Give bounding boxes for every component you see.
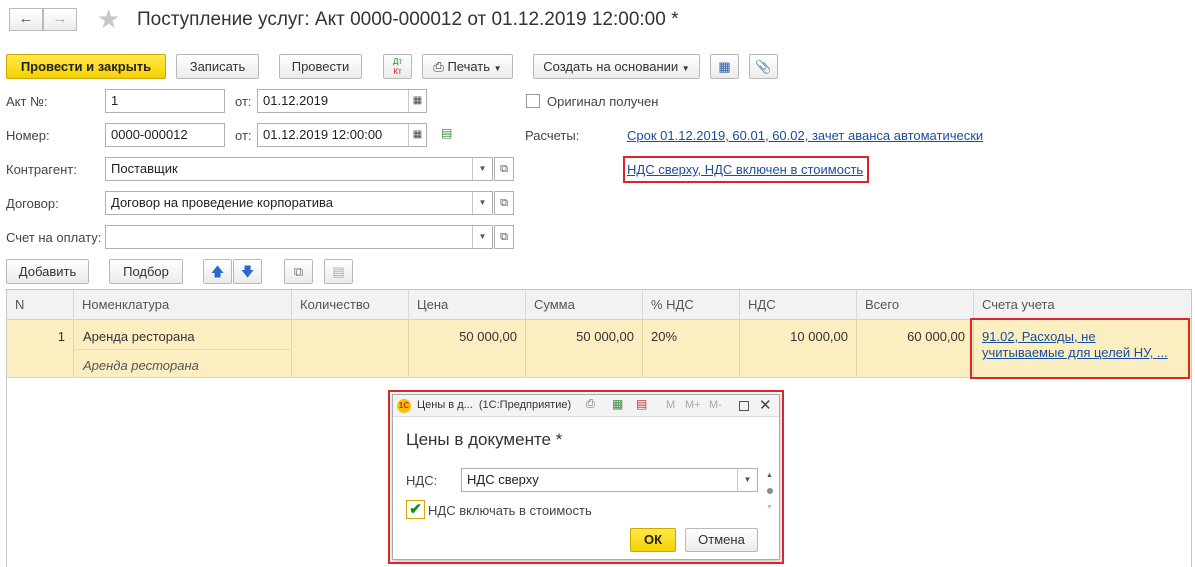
number-date-value: 01.12.2019 12:00:00 (263, 127, 383, 142)
favorite-star-icon[interactable]: ★ (97, 4, 120, 35)
accounts-highlight (970, 318, 1190, 379)
forward-button[interactable]: → (43, 8, 77, 31)
act-number-field[interactable]: 1 (105, 89, 225, 113)
create-based-on-button[interactable]: Создать на основании ▼ (533, 54, 700, 79)
print-label: Печать (447, 59, 491, 74)
settlements-label: Расчеты: (525, 128, 580, 143)
contract-label: Договор: (6, 196, 59, 211)
column-header[interactable]: Сумма (526, 290, 643, 320)
act-number-label: Акт №: (6, 94, 48, 109)
row-item[interactable]: Аренда ресторана (83, 329, 195, 344)
move-up-icon[interactable]: 🡅 (203, 259, 232, 284)
row-number: 1 (57, 329, 65, 344)
open-icon[interactable]: ⧉ (494, 157, 514, 181)
act-date-value: 01.12.2019 (263, 93, 329, 108)
invoice-label: Счет на оплату: (6, 230, 102, 245)
chevron-down-icon[interactable]: ▼ (472, 192, 492, 214)
add-row-button[interactable]: Добавить (6, 259, 89, 284)
table-header: N Номенклатура Количество Цена Сумма % Н… (7, 290, 1191, 320)
column-header[interactable]: N (7, 290, 74, 320)
number-date-label: от: (235, 128, 252, 143)
contract-field[interactable]: Договор на проведение корпоратива ▼ (105, 191, 493, 215)
row-sum[interactable]: 50 000,00 (526, 329, 634, 344)
column-header[interactable]: Номенклатура (74, 290, 292, 320)
move-down-icon[interactable]: 🡇 (233, 259, 262, 284)
number-date-field[interactable]: 01.12.2019 12:00:00 ▦ (257, 123, 427, 147)
vat-link-highlight (623, 156, 869, 183)
open-icon[interactable]: ⧉ (494, 191, 514, 215)
comment-icon[interactable]: ▤ (441, 126, 452, 140)
pick-button[interactable]: Подбор (109, 259, 183, 284)
number-field[interactable]: 0000-000012 (105, 123, 225, 147)
counterparty-label: Контрагент: (6, 162, 77, 177)
counterparty-field[interactable]: Поставщик ▼ (105, 157, 493, 181)
column-header[interactable]: НДС (740, 290, 857, 320)
chevron-down-icon: ▼ (493, 64, 502, 73)
printer-icon: ⎙ (433, 59, 444, 74)
chevron-down-icon[interactable]: ▼ (472, 158, 492, 180)
original-received-label: Оригинал получен (547, 94, 659, 109)
print-button[interactable]: ⎙ Печать ▼ (422, 54, 513, 79)
paste-icon[interactable]: ▤ (324, 259, 353, 284)
column-header[interactable]: Счета учета (974, 290, 1191, 320)
original-received-checkbox[interactable] (526, 94, 540, 108)
row-vat-rate[interactable]: 20% (651, 329, 677, 344)
post-button[interactable]: Провести (279, 54, 362, 79)
post-and-close-button[interactable]: Провести и закрыть (6, 54, 166, 79)
dt-kt-icon[interactable]: Дт Кт (383, 54, 412, 79)
create-based-label: Создать на основании (543, 59, 679, 74)
column-header[interactable]: Всего (857, 290, 974, 320)
counterparty-value: Поставщик (111, 161, 178, 176)
structure-icon[interactable]: ▦ (710, 54, 739, 79)
act-date-label: от: (235, 94, 252, 109)
column-header[interactable]: % НДС (643, 290, 740, 320)
number-label: Номер: (6, 128, 50, 143)
calendar-icon[interactable]: ▦ (408, 90, 426, 112)
chevron-down-icon[interactable]: ▼ (472, 226, 492, 248)
settlements-link[interactable]: Срок 01.12.2019, 60.01, 60.02, зачет ава… (627, 128, 983, 143)
contract-value: Договор на проведение корпоратива (111, 195, 333, 210)
row-total[interactable]: 60 000,00 (857, 329, 965, 344)
dialog-highlight (388, 390, 784, 564)
open-icon[interactable]: ⧉ (494, 225, 514, 249)
row-vat[interactable]: 10 000,00 (740, 329, 848, 344)
row-price[interactable]: 50 000,00 (409, 329, 517, 344)
calendar-icon[interactable]: ▦ (408, 124, 426, 146)
page-title: Поступление услуг: Акт 0000-000012 от 01… (137, 9, 679, 30)
row-item-content[interactable]: Аренда ресторана (83, 358, 199, 373)
column-header[interactable]: Цена (409, 290, 526, 320)
attachment-icon[interactable]: 📎 (749, 54, 778, 79)
chevron-down-icon: ▼ (681, 64, 690, 73)
back-button[interactable]: ← (9, 8, 43, 31)
column-header[interactable]: Количество (292, 290, 409, 320)
save-button[interactable]: Записать (176, 54, 259, 79)
act-date-field[interactable]: 01.12.2019 ▦ (257, 89, 427, 113)
copy-icon[interactable]: ⧉ (284, 259, 313, 284)
invoice-field[interactable]: ▼ (105, 225, 493, 249)
